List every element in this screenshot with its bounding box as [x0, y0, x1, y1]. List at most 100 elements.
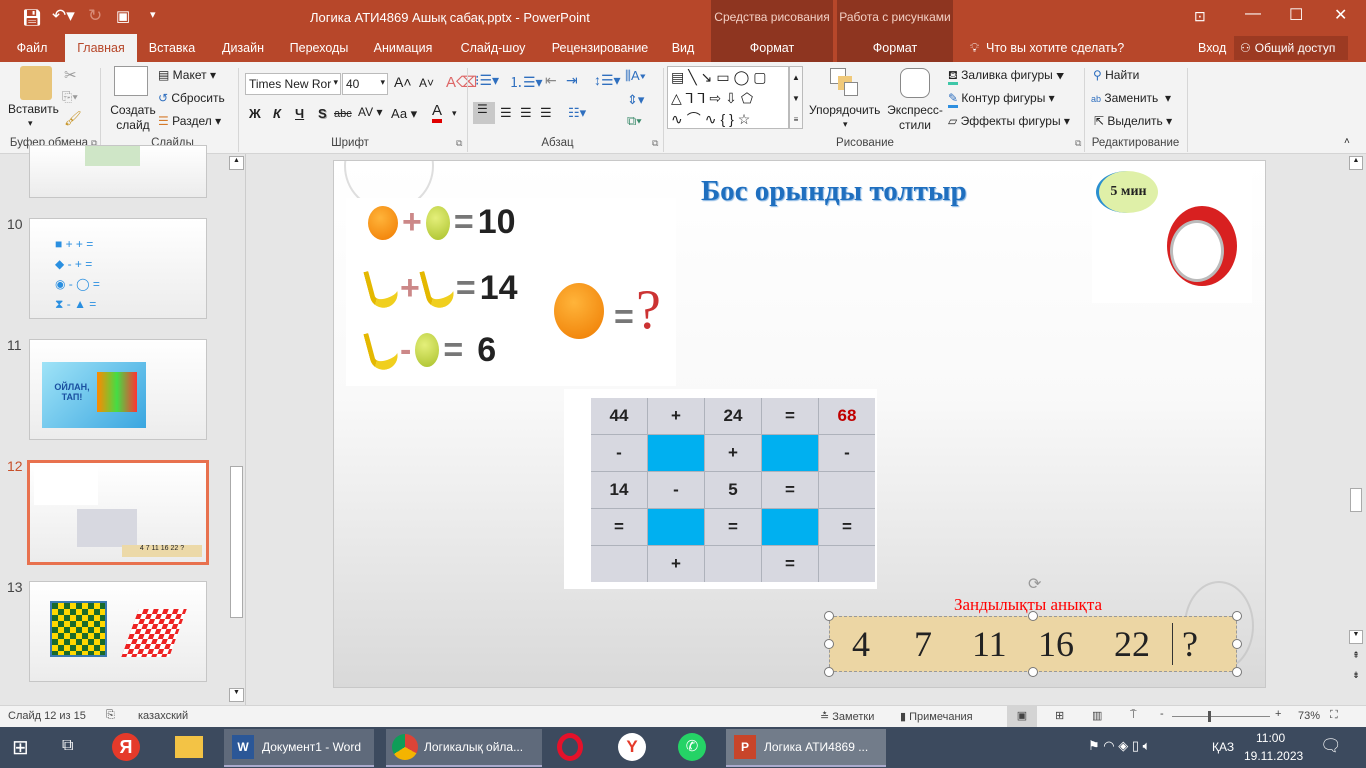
arrange-dropdown-icon[interactable]: ▾	[843, 119, 848, 130]
increase-indent-icon[interactable]: ⇥	[566, 72, 578, 89]
tab-view[interactable]: Вид	[668, 34, 698, 62]
close-button[interactable]: ✕	[1334, 5, 1347, 25]
task-view-icon[interactable]: ⧉	[62, 737, 73, 755]
scroll-thumb[interactable]	[1350, 488, 1362, 512]
resize-handle[interactable]	[1028, 667, 1038, 677]
shadow-button[interactable]: S	[318, 106, 327, 121]
decrease-font-icon[interactable]: A˅	[419, 76, 434, 90]
shape-outline-button[interactable]: ✎ Контур фигуры ▾	[948, 91, 1055, 108]
numbering-icon[interactable]: ⒈☰▾	[509, 72, 543, 92]
justify-icon[interactable]: ☰	[540, 105, 552, 121]
find-button[interactable]: ⚲ Найти	[1093, 68, 1139, 82]
slide-title[interactable]: Бос орынды толтыр	[701, 175, 967, 208]
resize-handle[interactable]	[824, 639, 834, 649]
yandex-icon[interactable]: Y	[618, 733, 646, 761]
taskbar-powerpoint[interactable]: P Логика АТИ4869 ...	[726, 729, 886, 767]
resize-handle[interactable]	[824, 611, 834, 621]
strikethrough-button[interactable]: abc	[334, 108, 352, 120]
resize-handle[interactable]	[1232, 639, 1242, 649]
new-slide-button[interactable]: Создать слайд	[108, 103, 158, 133]
fit-slide-icon[interactable]: ⛶	[1330, 709, 1338, 722]
arrange-icon[interactable]	[830, 68, 860, 98]
slide-thumbnail-11[interactable]: ОЙЛАН, ТАП!	[29, 339, 207, 440]
notifications-icon[interactable]: 🗨︎	[1320, 736, 1342, 756]
line-spacing-icon[interactable]: ↕☰▾	[594, 72, 621, 89]
align-text-icon[interactable]: ⇕▾	[627, 92, 644, 108]
windows-start-icon[interactable]: ⊞	[12, 735, 29, 760]
quick-styles-icon[interactable]	[900, 68, 930, 98]
tab-design[interactable]: Дизайн	[216, 34, 270, 62]
slide-thumbnail-9[interactable]	[29, 145, 207, 198]
underline-button[interactable]: Ч	[295, 106, 304, 121]
layout-button[interactable]: ▤ Макет ▾	[158, 68, 216, 82]
new-slide-icon[interactable]	[114, 66, 148, 96]
clear-formatting-icon[interactable]: A⌫	[446, 73, 477, 91]
copy-icon[interactable]: ⎘▾	[62, 89, 78, 105]
slideshow-view-icon[interactable]: ⍑	[1130, 709, 1137, 722]
format-painter-icon[interactable]: 🖌︎	[64, 110, 82, 127]
share-button[interactable]: ⚇ Общий доступ	[1234, 36, 1348, 60]
comments-button[interactable]: ▮ Примечания	[900, 710, 973, 723]
scroll-up-icon[interactable]: ▲	[1349, 156, 1363, 170]
prev-slide-icon[interactable]: ⇞	[1349, 650, 1363, 664]
ribbon-display-icon[interactable]: ⊡	[1194, 8, 1206, 25]
smartart-icon[interactable]: ⧉▾	[627, 113, 642, 129]
taskbar-word[interactable]: W Документ1 - Word	[224, 729, 374, 767]
zoom-slider-thumb[interactable]	[1207, 711, 1211, 722]
tab-review[interactable]: Рецензирование	[545, 34, 655, 62]
tray-icons[interactable]: ⚑ ◠ ◈ ▯ 🔈︎	[1088, 738, 1150, 754]
font-launcher-icon[interactable]: ⧉	[456, 138, 462, 149]
drawing-launcher-icon[interactable]: ⧉	[1075, 138, 1081, 149]
shapes-gallery-scroll[interactable]: ▲ ▼ ≡	[789, 66, 803, 129]
reset-button[interactable]: ↺ Сбросить	[158, 91, 225, 105]
slide-sorter-icon[interactable]: ⊞	[1055, 709, 1064, 722]
clock-date[interactable]: 19.11.2023	[1244, 749, 1303, 763]
columns-icon[interactable]: ☷▾	[568, 105, 586, 121]
slideshow-start-icon[interactable]: ▣	[116, 7, 130, 25]
scroll-down-icon[interactable]: ▼	[229, 688, 244, 702]
scroll-thumb[interactable]	[230, 466, 243, 618]
shape-effects-button[interactable]: ▱ Эффекты фигуры ▾	[948, 114, 1070, 128]
section-button[interactable]: ☰ Раздел ▾	[158, 114, 221, 128]
tell-me-input[interactable]: Что вы хотите сделать?	[986, 41, 1124, 55]
resize-handle[interactable]	[824, 667, 834, 677]
yandex-browser-icon[interactable]: Я	[112, 733, 140, 761]
clock-time[interactable]: 11:00	[1256, 731, 1285, 745]
text-direction-icon[interactable]: ⫼A▾	[625, 68, 646, 84]
minimize-button[interactable]: —	[1245, 5, 1261, 23]
paste-icon[interactable]	[20, 66, 52, 100]
undo-icon[interactable]: ↶▾	[52, 6, 75, 26]
resize-handle[interactable]	[1028, 611, 1038, 621]
resize-handle[interactable]	[1232, 667, 1242, 677]
collapse-ribbon-icon[interactable]: ˄	[1344, 136, 1350, 147]
tab-slideshow[interactable]: Слайд-шоу	[455, 34, 531, 62]
paragraph-launcher-icon[interactable]: ⧉	[652, 138, 658, 149]
save-icon[interactable]: 💾︎	[22, 8, 42, 28]
rotate-handle-icon[interactable]: ⟳	[1028, 574, 1041, 594]
sequence-box[interactable]: 4 7 11 16 22 ?	[829, 616, 1237, 672]
shape-fill-button[interactable]: ⛾ Заливка фигуры ▾	[948, 68, 1064, 85]
tab-transitions[interactable]: Переходы	[285, 34, 353, 62]
select-button[interactable]: ⇱ Выделить ▾	[1094, 114, 1172, 128]
taskbar-chrome[interactable]: Логикалық ойла...	[386, 729, 542, 767]
bullets-icon[interactable]: ⁝☰▾	[475, 72, 499, 89]
scroll-up-icon[interactable]: ▲	[229, 156, 244, 170]
tab-home[interactable]: Главная	[65, 34, 137, 62]
paste-button[interactable]: Вставить	[8, 102, 59, 116]
opera-icon[interactable]	[557, 733, 583, 761]
file-explorer-icon[interactable]	[175, 736, 203, 758]
font-color-dropdown-icon[interactable]: ▾	[452, 108, 457, 119]
tab-animations[interactable]: Анимация	[368, 34, 438, 62]
bold-button[interactable]: Ж	[249, 106, 261, 121]
change-case-button[interactable]: Аа ▾	[391, 106, 417, 122]
slide-thumbnail-12-selected[interactable]: 4 7 11 16 22 ?	[27, 460, 209, 565]
slide-canvas[interactable]: + = 10 + = 14 - = 6 = ? Бос орынды толтыр 5 ми…	[333, 160, 1266, 688]
next-slide-icon[interactable]: ⇟	[1349, 670, 1363, 684]
shapes-gallery[interactable]: ▤╲↘▭◯▢ △⅂⅂⇨⇩⬠ ∿⌒∿{}☆	[667, 66, 789, 129]
customize-qat-icon[interactable]: ▾	[150, 8, 156, 21]
spellcheck-icon[interactable]: ⎘	[106, 709, 115, 722]
tab-insert[interactable]: Вставка	[143, 34, 201, 62]
cut-icon[interactable]: ✂	[64, 66, 77, 84]
font-name-select[interactable]: Times New Ror ▾	[245, 73, 341, 95]
slide-thumbnail-10[interactable]: ■ + + = ◆ - + = ◉ - ◯ = ⧗ - ▲ =	[29, 218, 207, 319]
